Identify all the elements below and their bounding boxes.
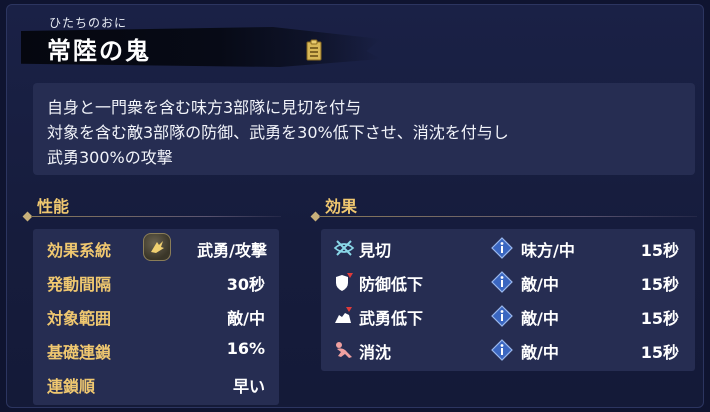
section-divider — [319, 216, 697, 217]
document-icon[interactable] — [305, 39, 323, 61]
effect-duration: 15秒 — [640, 343, 679, 362]
effect-duration: 15秒 — [640, 309, 679, 328]
effect-duration: 15秒 — [640, 241, 679, 260]
effect-target: 敵/中 — [521, 309, 559, 328]
effect-name: 消沈 — [359, 343, 392, 362]
effect-row[interactable]: 見切 味方/中 15秒 — [321, 231, 695, 265]
tactic-description: 自身と一門衆を含む味方3部隊に見切を付与 対象を含む敵3部隊の防御、武勇を30%… — [33, 83, 695, 175]
performance-row: 基礎連鎖 16% — [33, 333, 279, 367]
performance-label: 効果系統 — [47, 241, 112, 260]
info-icon[interactable] — [491, 237, 513, 259]
performance-value: 16% — [226, 339, 265, 358]
effect-name: 武勇低下 — [359, 309, 424, 328]
effects-section-title: 効果 — [325, 197, 358, 216]
effect-target: 敵/中 — [521, 343, 559, 362]
info-icon[interactable] — [491, 305, 513, 327]
performance-label: 発動間隔 — [47, 275, 112, 294]
mikiri-icon — [333, 240, 355, 256]
effect-row[interactable]: 消沈 敵/中 15秒 — [321, 333, 695, 367]
performance-row: 発動間隔 30秒 — [33, 265, 279, 299]
tactic-title: 常陸の鬼 — [47, 36, 151, 65]
performance-label: 対象範囲 — [47, 309, 112, 328]
dejection-icon — [336, 342, 352, 358]
info-icon[interactable] — [491, 339, 513, 361]
effects-panel: 見切 味方/中 15秒 防御低下 敵/中 15秒 武勇低下 敵/中 15秒 消沈… — [321, 229, 695, 371]
performance-row: 対象範囲 敵/中 — [33, 299, 279, 333]
defense-down-icon — [336, 273, 353, 291]
effect-row[interactable]: 武勇低下 敵/中 15秒 — [321, 299, 695, 333]
effect-name: 見切 — [359, 241, 392, 260]
effect-target: 敵/中 — [521, 275, 559, 294]
performance-value: 早い — [232, 377, 265, 396]
effect-name: 防御低下 — [359, 275, 424, 294]
performance-panel: 効果系統 武勇/攻撃 発動間隔 30秒 対象範囲 敵/中 基礎連鎖 16% 連鎖… — [33, 229, 279, 405]
description-line: 自身と一門衆を含む味方3部隊に見切を付与 — [47, 98, 362, 117]
section-divider — [31, 216, 281, 217]
performance-label: 基礎連鎖 — [47, 343, 112, 362]
performance-value: 武勇/攻撃 — [197, 241, 267, 260]
valor-attack-icon — [143, 233, 171, 261]
performance-row: 連鎖順 早い — [33, 367, 279, 401]
effect-row[interactable]: 防御低下 敵/中 15秒 — [321, 265, 695, 299]
performance-value: 敵/中 — [227, 309, 265, 328]
performance-label: 連鎖順 — [47, 377, 96, 396]
performance-value: 30秒 — [226, 275, 265, 294]
info-icon[interactable] — [491, 271, 513, 293]
description-line: 対象を含む敵3部隊の防御、武勇を30%低下させ、消沈を付与し — [47, 123, 509, 142]
performance-row: 効果系統 武勇/攻撃 — [33, 231, 279, 265]
effect-duration: 15秒 — [640, 275, 679, 294]
valor-down-icon — [335, 307, 352, 323]
tactic-detail-window: ひたちのおに 常陸の鬼 自身と一門衆を含む味方3部隊に見切を付与 対象を含む敵3… — [6, 4, 704, 408]
effect-target: 味方/中 — [521, 241, 575, 260]
performance-section-title: 性能 — [37, 197, 70, 216]
title-furigana: ひたちのおに — [49, 16, 128, 30]
description-line: 武勇300%の攻撃 — [47, 148, 173, 167]
